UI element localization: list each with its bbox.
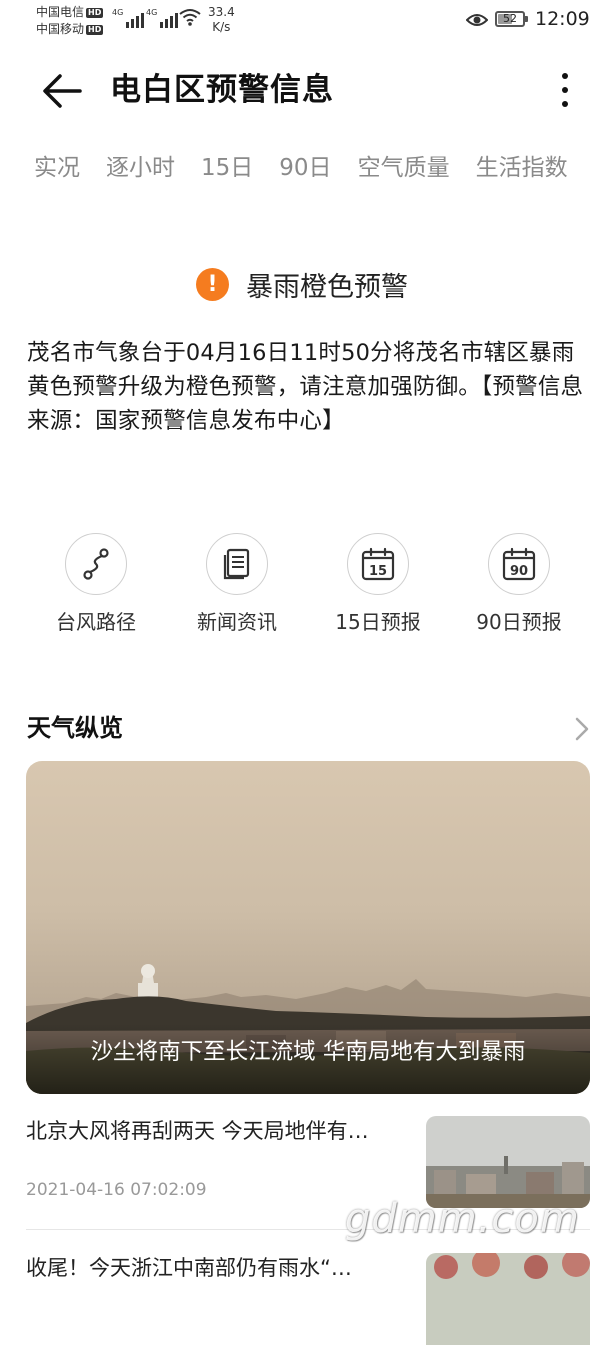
shortcut-label: 新闻资讯 (197, 610, 277, 634)
tab-air-quality[interactable]: 空气质量 (358, 148, 450, 188)
tab-hourly[interactable]: 逐小时 (106, 148, 175, 188)
tab-90-day[interactable]: 90日 (279, 148, 331, 188)
hero-caption: 沙尘将南下至长江流域 华南局地有大到暴雨 (90, 1039, 526, 1065)
eye-comfort-icon (466, 14, 488, 26)
shortcut-typhoon-path[interactable]: 台风路径 (26, 533, 166, 637)
page-title: 电白区预警信息 (110, 72, 334, 108)
exclamation-icon: ! (196, 267, 229, 301)
more-vert-icon (562, 73, 568, 107)
section-more-button[interactable] (572, 716, 592, 742)
carrier-info: 中国电信 HD 中国移动 HD (36, 4, 104, 38)
tab-15-day[interactable]: 15日 (201, 148, 253, 188)
calendar-15-icon: 15 (361, 547, 395, 581)
battery-icon: 52 (495, 11, 528, 27)
hero-news-card[interactable]: 沙尘将南下至长江流域 华南局地有大到暴雨 (26, 761, 590, 1094)
warning-title: 暴雨橙色预警 (246, 271, 408, 303)
section-title: 天气纵览 (27, 714, 123, 742)
hd-badge: HD (86, 24, 104, 35)
status-bar: 中国电信 HD 中国移动 HD 4G 4G 33.4 K/s 52 12:09 (0, 0, 616, 42)
hero-caption-overlay: 沙尘将南下至长江流域 华南局地有大到暴雨 (26, 1024, 590, 1094)
shortcut-news[interactable]: 新闻资讯 (167, 533, 307, 637)
network-speed: 33.4 K/s (208, 5, 235, 34)
news-thumbnail (426, 1116, 590, 1208)
news-thumbnail (426, 1253, 590, 1345)
shortcut-15-day[interactable]: 15 15日预报 (308, 533, 448, 637)
chevron-right-icon (575, 717, 589, 741)
shortcut-90-day[interactable]: 90 90日预报 (449, 533, 589, 637)
news-icon (223, 548, 250, 580)
carrier-2: 中国移动 (36, 22, 85, 36)
tab-life-index[interactable]: 生活指数 (476, 148, 568, 188)
signal-icon: 4G (146, 8, 179, 28)
typhoon-path-icon (83, 548, 109, 580)
warning-header: ! 暴雨橙色预警 (196, 262, 408, 306)
watermark-logo: gdmm.com (345, 1196, 580, 1242)
shortcut-label: 15日预报 (335, 610, 421, 634)
warning-body: 茂名市气象台于04月16日11时50分将茂名市辖区暴雨黄色预警升级为橙色预警，请… (27, 340, 584, 434)
shortcut-label: 90日预报 (476, 610, 562, 634)
hd-badge: HD (86, 7, 104, 18)
back-arrow-icon (43, 74, 82, 108)
calendar-90-icon: 90 (502, 547, 536, 581)
news-title: 北京大风将再刮两天 今天局地伴有… (26, 1119, 369, 1143)
wifi-icon (179, 9, 201, 26)
news-title: 收尾！今天浙江中南部仍有雨水“… (26, 1256, 352, 1280)
svg-text:90: 90 (510, 564, 528, 579)
tab-live[interactable]: 实况 (34, 148, 80, 188)
carrier-1: 中国电信 (36, 5, 85, 19)
back-button[interactable] (40, 70, 84, 114)
signal-icon: 4G (112, 8, 145, 28)
svg-text:15: 15 (369, 564, 387, 579)
clock: 12:09 (535, 8, 590, 30)
tab-bar: 实况 逐小时 15日 90日 空气质量 生活指数 (34, 148, 616, 188)
news-item[interactable]: 收尾！今天浙江中南部仍有雨水“… (26, 1253, 590, 1345)
news-date: 2021-04-16 07:02:09 (26, 1180, 207, 1200)
more-options-button[interactable] (548, 68, 582, 112)
shortcut-label: 台风路径 (56, 610, 136, 634)
